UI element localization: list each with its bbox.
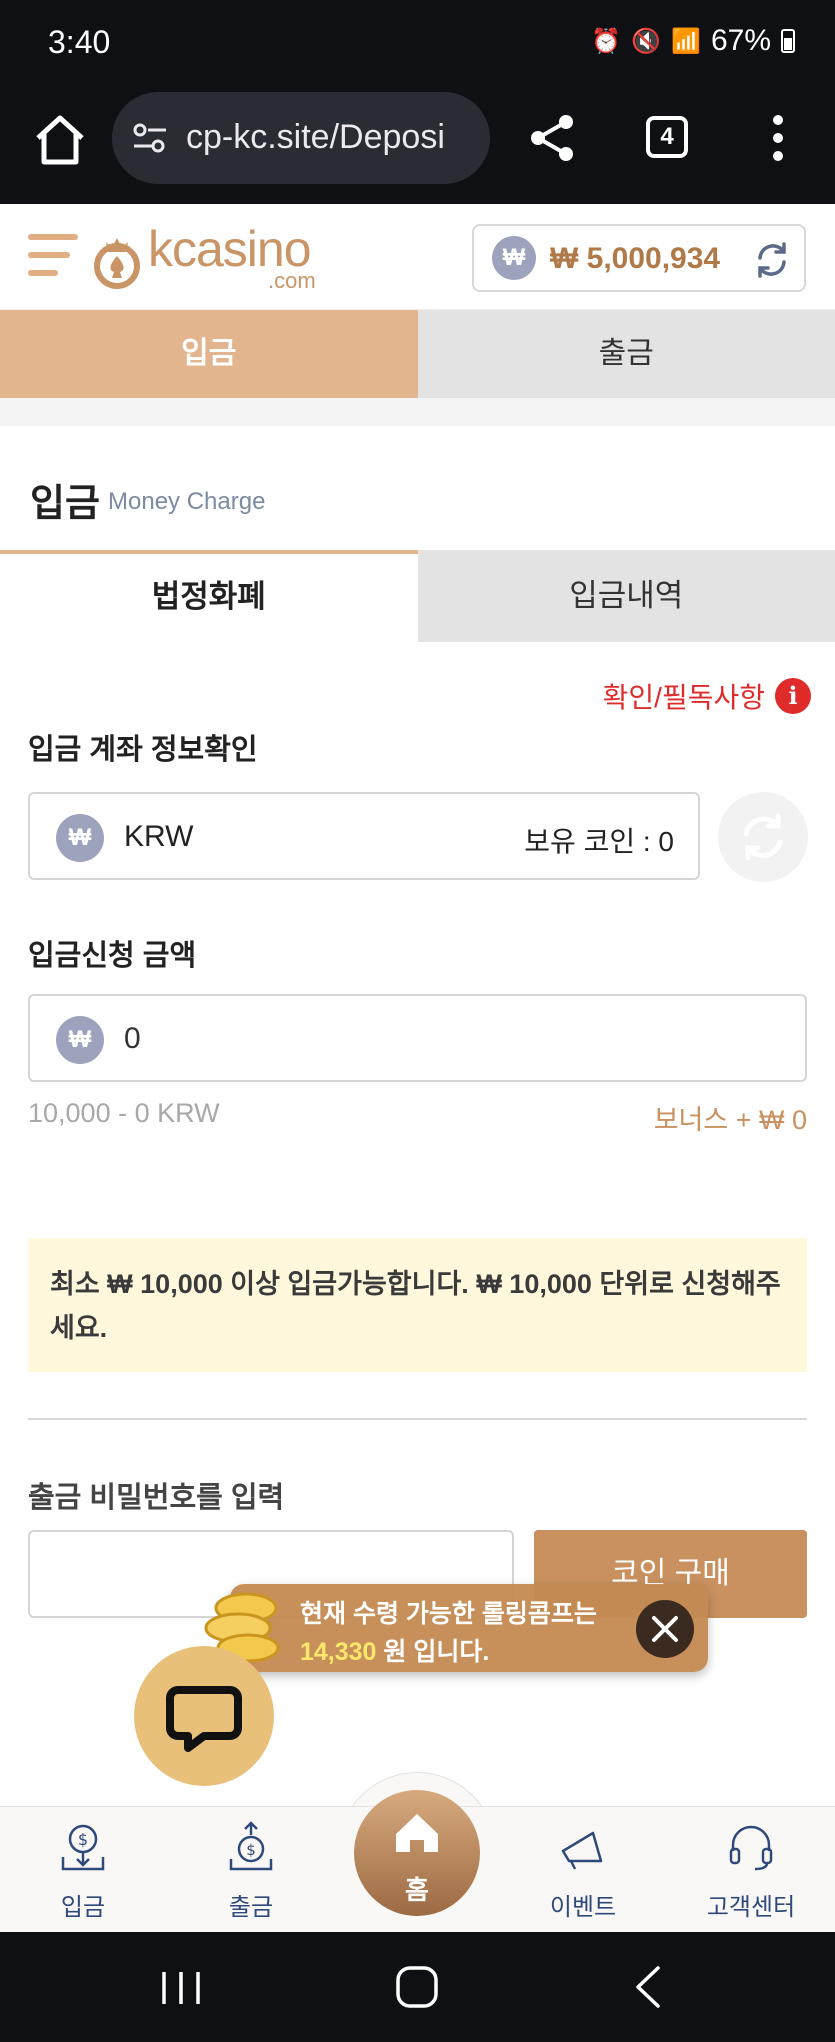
close-icon — [652, 1616, 678, 1642]
status-bar: 3:40 ⏰ 🔇 📶 67% — [0, 0, 835, 90]
back-icon[interactable] — [632, 1964, 664, 2010]
notice-link[interactable]: 확인/필독사항 i — [603, 676, 811, 716]
nav-home-label: 홈 — [405, 1875, 429, 1905]
nav-event-label: 이벤트 — [549, 1894, 617, 1921]
won-icon: ₩ — [492, 236, 536, 280]
deposit-warning: 최소 ₩ 10,000 이상 입금가능합니다. ₩ 10,000 단위로 신청해… — [28, 1238, 807, 1372]
site-header: kcasino .com ₩ ₩ 5,000,934 — [0, 204, 835, 310]
refresh-icon — [743, 813, 783, 861]
nav-deposit[interactable]: $ 입금 — [8, 1807, 158, 1933]
toast-line2: 14,330 원 입니다. — [300, 1632, 489, 1668]
site-settings-icon[interactable] — [130, 118, 170, 158]
battery-icon — [781, 29, 795, 53]
amount-value: 0 — [124, 1022, 141, 1055]
status-icons: ⏰ 🔇 📶 67% — [591, 24, 795, 58]
wifi-icon: 📶 — [671, 27, 701, 55]
nav-support[interactable]: 고객센터 — [676, 1807, 826, 1933]
separator-band — [0, 398, 835, 426]
chat-icon — [166, 1686, 242, 1752]
toast-close-button[interactable] — [636, 1600, 694, 1658]
refresh-coin-button[interactable] — [718, 792, 808, 882]
tab-deposit-history[interactable]: 입금내역 — [417, 550, 835, 642]
account-info-label: 입금 계좌 정보확인 — [28, 734, 258, 766]
tab-deposit[interactable]: 입금 — [0, 310, 418, 398]
status-time: 3:40 — [48, 24, 111, 60]
svg-text:$: $ — [78, 1830, 88, 1849]
more-options-icon[interactable] — [770, 114, 786, 162]
nav-home[interactable]: 홈 — [354, 1790, 480, 1916]
chat-button[interactable] — [134, 1646, 274, 1786]
tab-count-button[interactable]: 4 — [646, 116, 688, 158]
sub-tabs: 법정화폐 입금내역 — [0, 550, 835, 642]
tab-withdraw[interactable]: 출금 — [417, 310, 835, 398]
toast-line1: 현재 수령 가능한 롤링콤프는 — [300, 1600, 597, 1628]
withdraw-icon: $ — [229, 1821, 273, 1871]
won-icon: ₩ — [56, 1016, 104, 1064]
amount-range: 10,000 - 0 KRW — [28, 1098, 220, 1128]
mute-icon: 🔇 — [631, 27, 662, 55]
held-coin: 보유 코인 : 0 — [524, 826, 674, 857]
hamburger-menu-icon[interactable] — [28, 230, 80, 280]
page-title: 입금 — [30, 483, 100, 525]
refresh-balance-icon[interactable] — [752, 240, 792, 280]
page-subtitle: Money Charge — [108, 488, 266, 515]
logo-suffix: .com — [268, 268, 316, 293]
system-navigation-bar — [0, 1932, 835, 2042]
currency-select[interactable]: ₩ KRW 보유 코인 : 0 — [28, 792, 700, 880]
battery-percent: 67% — [710, 24, 771, 57]
browser-toolbar: cp-kc.site/Deposi 4 — [0, 90, 835, 204]
toast-suffix: 원 입니다. — [376, 1638, 490, 1666]
bonus-amount: 보너스 + ₩ 0 — [653, 1105, 807, 1135]
nav-withdraw-label: 출금 — [228, 1894, 274, 1921]
megaphone-icon — [561, 1831, 603, 1870]
currency-value: KRW — [124, 820, 194, 853]
tab-fiat[interactable]: 법정화폐 — [0, 550, 418, 642]
chip-logo-icon — [94, 238, 140, 289]
divider — [28, 1418, 807, 1420]
toast-amount: 14,330 — [300, 1638, 377, 1666]
top-tabs: 입금 출금 — [0, 310, 835, 398]
system-home-icon[interactable] — [392, 1962, 442, 2012]
share-icon[interactable] — [526, 112, 578, 164]
amount-input[interactable]: ₩ 0 — [28, 994, 807, 1082]
won-icon: ₩ — [56, 814, 104, 862]
svg-text:$: $ — [246, 1841, 256, 1859]
info-icon: i — [775, 678, 811, 714]
nav-deposit-label: 입금 — [60, 1894, 106, 1921]
rolling-comp-toast: 현재 수령 가능한 롤링콤프는 14,330 원 입니다. — [230, 1584, 708, 1672]
balance-display: ₩ ₩ 5,000,934 — [472, 224, 806, 292]
alarm-icon: ⏰ — [591, 27, 622, 55]
nav-support-label: 고객센터 — [706, 1894, 796, 1921]
nav-withdraw[interactable]: $ 출금 — [176, 1807, 326, 1933]
notice-link-label: 확인/필독사항 — [602, 682, 765, 713]
browser-home-icon[interactable] — [30, 110, 90, 170]
headset-icon — [729, 1825, 773, 1871]
url-text: cp-kc.site/Deposi — [186, 118, 445, 156]
url-bar[interactable]: cp-kc.site/Deposi — [112, 92, 490, 184]
password-label: 출금 비밀번호를 입력 — [28, 1482, 285, 1514]
nav-event[interactable]: 이벤트 — [508, 1807, 658, 1933]
home-icon — [396, 1814, 438, 1852]
deposit-icon: $ — [61, 1824, 105, 1871]
site-logo[interactable]: kcasino .com — [92, 221, 332, 294]
amount-label: 입금신청 금액 — [28, 940, 197, 972]
recent-apps-icon[interactable] — [158, 1968, 204, 2008]
balance-value: ₩ 5,000,934 — [550, 242, 721, 275]
